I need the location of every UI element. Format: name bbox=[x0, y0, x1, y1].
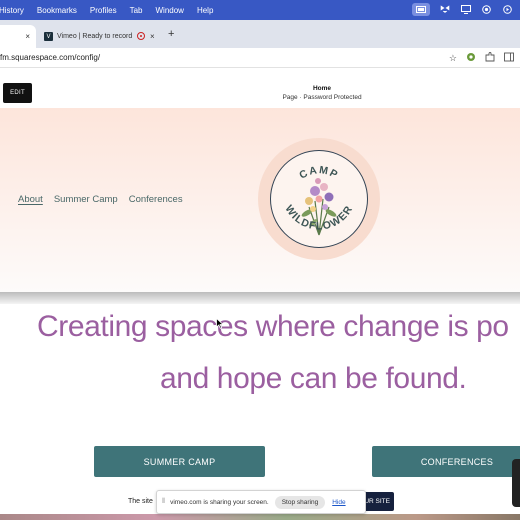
summer-camp-button[interactable]: SUMMER CAMP bbox=[94, 446, 265, 477]
site-nav: About Summer Camp Conferences bbox=[18, 194, 183, 205]
site-header: About Summer Camp Conferences CAMP WILDF… bbox=[0, 108, 520, 292]
extension-icon[interactable] bbox=[466, 52, 476, 64]
menu-bookmarks[interactable]: Bookmarks bbox=[37, 6, 77, 15]
side-panel-handle[interactable] bbox=[512, 459, 520, 507]
sharing-message: vimeo.com is sharing your screen. bbox=[170, 498, 269, 506]
mouse-cursor-icon bbox=[216, 318, 224, 329]
close-tab-icon[interactable]: × bbox=[150, 32, 155, 41]
logo-text-wildflower: WILDFLOWER bbox=[282, 203, 354, 232]
headline-line-1: Creating spaces where change is po bbox=[37, 310, 509, 343]
header-shadow bbox=[0, 292, 520, 304]
conferences-button[interactable]: CONFERENCES bbox=[372, 446, 520, 477]
address-bar: fm.squarespace.com/config/ ☆ bbox=[0, 48, 520, 68]
hide-link[interactable]: Hide bbox=[332, 499, 345, 506]
record-icon[interactable] bbox=[480, 3, 493, 16]
dropbox-icon[interactable] bbox=[438, 3, 451, 16]
tab-vimeo[interactable]: V Vimeo | Ready to record × bbox=[40, 25, 160, 48]
nav-conferences[interactable]: Conferences bbox=[129, 194, 183, 205]
close-tab-icon[interactable]: × bbox=[25, 32, 30, 41]
stop-sharing-button[interactable]: Stop sharing bbox=[274, 495, 326, 509]
menu-help[interactable]: Help bbox=[197, 6, 213, 15]
vimeo-favicon-icon: V bbox=[44, 32, 53, 41]
display-icon[interactable] bbox=[459, 3, 472, 16]
puzzle-icon[interactable] bbox=[485, 52, 495, 64]
svg-text:CAMP: CAMP bbox=[297, 164, 340, 182]
svg-text:WILDFLOWER: WILDFLOWER bbox=[282, 203, 355, 232]
screen-share-icon[interactable] bbox=[412, 3, 430, 16]
editor-header: EDIT Home Page · Password Protected bbox=[0, 68, 520, 108]
menubar-tray bbox=[412, 3, 514, 16]
nav-about[interactable]: About bbox=[18, 194, 43, 205]
menu-window[interactable]: Window bbox=[156, 6, 184, 15]
url-field[interactable]: fm.squarespace.com/config/ bbox=[0, 53, 100, 62]
logo-lettering: CAMP WILDFLOWER bbox=[282, 164, 355, 232]
recording-icon bbox=[137, 32, 145, 40]
bookmark-star-icon[interactable]: ☆ bbox=[449, 53, 457, 64]
tab-active[interactable]: × bbox=[0, 25, 36, 48]
sidepanel-icon[interactable] bbox=[504, 52, 514, 64]
photo-strip bbox=[0, 514, 520, 520]
drag-handle-icon[interactable]: ⦀ bbox=[162, 498, 165, 506]
logo-text-camp: CAMP bbox=[297, 164, 339, 182]
screen-sharing-notice: ⦀ vimeo.com is sharing your screen. Stop… bbox=[156, 490, 366, 514]
menu-profiles[interactable]: Profiles bbox=[90, 6, 117, 15]
menu-history[interactable]: History bbox=[0, 6, 24, 15]
tab-strip: × V Vimeo | Ready to record × + bbox=[0, 20, 520, 48]
address-bar-actions: ☆ bbox=[449, 52, 514, 64]
headline-line-2: and hope can be found. bbox=[160, 362, 467, 395]
page-status: Page · Password Protected bbox=[282, 94, 362, 101]
footer-text: The site bbox=[128, 498, 153, 505]
nav-summer-camp[interactable]: Summer Camp bbox=[54, 194, 118, 205]
tab-vimeo-title: Vimeo | Ready to record bbox=[57, 33, 133, 40]
play-icon[interactable] bbox=[501, 3, 514, 16]
menu-tab[interactable]: Tab bbox=[130, 6, 143, 15]
new-tab-button[interactable]: + bbox=[168, 28, 174, 40]
camp-wildflower-logo[interactable]: CAMP WILDFLOWER bbox=[270, 150, 368, 248]
page-title: Home bbox=[312, 85, 332, 92]
menu-bar: History Bookmarks Profiles Tab Window He… bbox=[0, 0, 520, 20]
